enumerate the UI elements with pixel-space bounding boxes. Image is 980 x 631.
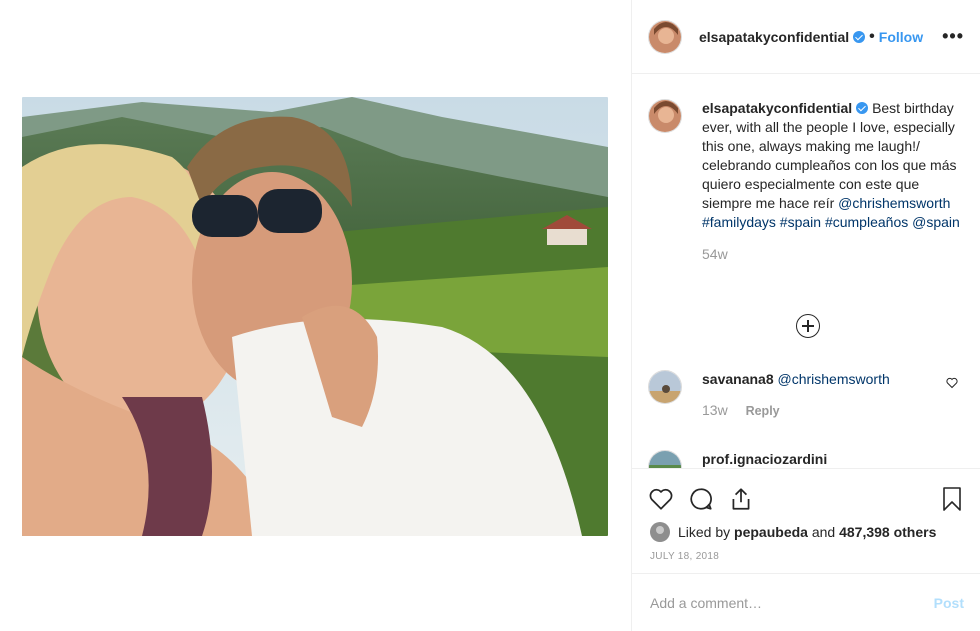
comment-avatar[interactable]: [648, 370, 682, 404]
post-actions: Liked by pepaubeda and 487,398 others JU…: [632, 468, 980, 572]
separator-dot: •: [869, 27, 875, 45]
caption-username[interactable]: elsapatakyconfidential: [702, 100, 852, 116]
comment-item: savanana8 @chrishemsworth 13w Reply: [648, 370, 964, 421]
comment-input[interactable]: [650, 594, 934, 611]
load-more-comments-button[interactable]: [796, 314, 820, 338]
caption-body: elsapatakyconfidential Best birthday eve…: [702, 99, 964, 232]
caption-age[interactable]: 54w: [702, 246, 980, 262]
comment-text[interactable]: @chrishemsworth: [778, 371, 890, 387]
save-bookmark-icon[interactable]: [940, 486, 964, 517]
add-comment-bar: Post: [632, 573, 980, 631]
comment-like-heart-icon[interactable]: [946, 376, 958, 394]
comments-section: elsapatakyconfidential Best birthday eve…: [632, 75, 980, 468]
caption-avatar[interactable]: [648, 99, 682, 133]
caption-mention[interactable]: @chrishemsworth: [838, 195, 950, 211]
author-username[interactable]: elsapatakyconfidential: [699, 29, 849, 45]
liker-username[interactable]: pepaubeda: [734, 524, 808, 540]
reply-button[interactable]: Reply: [746, 404, 780, 418]
likes-summary: Liked by pepaubeda and 487,398 others: [632, 521, 980, 543]
comment-bubble-icon[interactable]: [688, 486, 714, 517]
media-area: [0, 0, 631, 631]
verified-badge-icon: [856, 102, 869, 114]
post-panel: elsapatakyconfidential • Follow ••• elsa…: [631, 0, 980, 631]
post-comment-button[interactable]: Post: [934, 595, 964, 611]
likes-prefix: Liked by: [678, 524, 731, 540]
follow-button[interactable]: Follow: [879, 29, 923, 45]
verified-badge-icon: [853, 30, 866, 43]
caption-mention-2[interactable]: @spain: [912, 214, 960, 230]
likes-count[interactable]: 487,398 others: [839, 524, 936, 540]
author-avatar[interactable]: [648, 19, 682, 54]
comment-age[interactable]: 13w: [702, 402, 728, 418]
comment-item: prof.ignaciozardini: [648, 450, 964, 468]
caption-hashtags[interactable]: #familydays #spain #cumpleaños: [702, 214, 908, 230]
comment-username[interactable]: prof.ignaciozardini: [702, 451, 827, 467]
post-date[interactable]: JULY 18, 2018: [632, 543, 980, 562]
post-photo[interactable]: [22, 97, 608, 536]
comment-avatar[interactable]: [648, 450, 682, 468]
more-options-icon[interactable]: •••: [942, 26, 964, 47]
liker-avatar[interactable]: [650, 522, 670, 542]
post-header: elsapatakyconfidential • Follow •••: [632, 0, 980, 74]
comment-username[interactable]: savanana8: [702, 371, 774, 387]
like-heart-icon[interactable]: [648, 486, 674, 517]
likes-joiner: and: [811, 524, 836, 540]
caption: elsapatakyconfidential Best birthday eve…: [632, 75, 980, 232]
share-icon[interactable]: [728, 486, 754, 517]
